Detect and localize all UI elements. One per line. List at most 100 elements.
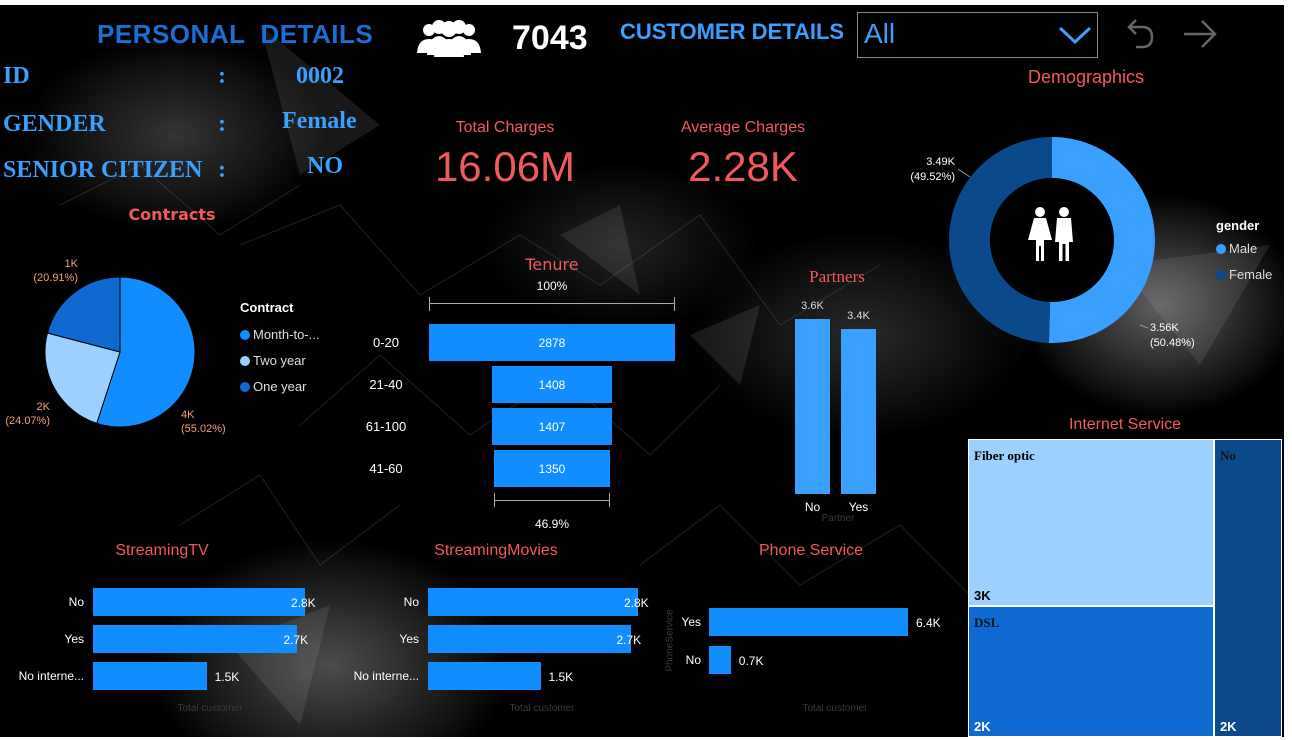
internet-treemap-value-1: 3K (974, 588, 991, 604)
internet-service-chart-title: Internet Service (1068, 416, 1182, 433)
phone-service-x-axis-label: Total customer (802, 703, 868, 714)
internet-treemap-cell-3: No 2K (1213, 439, 1282, 737)
internet-treemap-value-2: 2K (974, 718, 991, 734)
phone-service-bar-value-2: 0.7K (738, 654, 764, 668)
demographics-leader-line-2 (957, 168, 971, 178)
contracts-legend-label-2: Two year (253, 353, 306, 368)
streamingmovies-category-label-3: No interne... (353, 669, 419, 683)
demographics-legend-title: gender (1216, 218, 1260, 233)
tenure-top-bracket-line (429, 303, 675, 304)
undo-arrow-icon[interactable] (1122, 17, 1158, 53)
internet-treemap-label-3: No (1219, 448, 1236, 463)
demographics-data-label-1: 3.56K (1150, 322, 1179, 334)
internet-treemap-cell-1: Fiber optic 3K (968, 439, 1214, 607)
customer-details-title: CUSTOMER DETAILS (620, 19, 845, 44)
phone-service-bar-value-1: 6.4K (916, 616, 941, 630)
personal-details-title: PERSONAL DETAILS (97, 19, 374, 49)
internet-treemap-label-2: DSL (974, 615, 1000, 631)
legend-marker-icon (1216, 244, 1226, 254)
partners-category-label-1: No (804, 500, 821, 514)
forward-arrow-icon[interactable] (1180, 17, 1220, 53)
streamingmovies-bar-value-3: 1.5K (548, 670, 574, 684)
legend-marker-icon (240, 356, 250, 366)
partners-bar-1 (795, 319, 830, 494)
demographics-legend-label-2: Female (1229, 267, 1273, 282)
streamingtv-bar-value-2: 2.7K (283, 633, 309, 647)
streamingtv-chart-title: StreamingTV (115, 542, 209, 559)
streamingmovies-bar-1 (428, 588, 638, 616)
tenure-category-label-1: 0-20 (372, 335, 400, 350)
demographics-leader-line-1 (1139, 324, 1149, 329)
tenure-top-bracket (429, 297, 675, 311)
contracts-chart-title: Contracts (128, 205, 216, 224)
kpi-average-charges-value: 2.28K (688, 143, 798, 190)
id-value: 0002 (296, 63, 344, 89)
senior-citizen-label: SENIOR CITIZEN (3, 157, 203, 183)
gender-label: GENDER (3, 111, 106, 137)
internet-treemap-value-3: 2K (1219, 719, 1237, 734)
chevron-down-icon (1058, 26, 1092, 45)
internet-treemap-label-1: Fiber optic (974, 448, 1035, 463)
streamingmovies-category-label-1: No (403, 595, 419, 609)
tenure-category-label-4: 41-60 (369, 461, 403, 476)
partners-x-axis-label: Partner (821, 513, 855, 524)
kpi-total-charges-title: Total Charges (455, 119, 555, 136)
streamingtv-x-axis-label: Total customer (177, 703, 243, 714)
gender-separator: : (218, 111, 226, 137)
contracts-pie-chart: 4K (55.02%) 2K (24.07%) 1K (20.91%) (5, 258, 226, 435)
id-separator: : (218, 63, 226, 89)
contracts-data-label-1: 4K (181, 409, 195, 421)
filter-selected-value: All (864, 18, 896, 49)
people-group-icon (417, 20, 481, 57)
customer-count: 7043 (512, 19, 588, 57)
tenure-bar-value-4: 1350 (538, 462, 566, 476)
phone-service-bar-1 (709, 608, 908, 636)
tenure-bottom-percent: 46.9% (534, 517, 570, 531)
demographics-chart-title: Demographics (1027, 67, 1145, 87)
tenure-bar-value-2: 1408 (538, 378, 566, 392)
phone-service-chart-title: Phone Service (758, 542, 864, 559)
streamingtv-bar-2 (93, 625, 298, 653)
streamingmovies-bar-2 (428, 625, 631, 653)
male-head-shape (1059, 207, 1069, 217)
demographics-data-label-2: 3.49K (926, 156, 955, 168)
female-head-shape (1035, 207, 1045, 217)
customer-filter-dropdown[interactable]: All (857, 12, 1098, 58)
demographics-donut-chart: 3.56K (50.48%) 3.49K (49.52%) (910, 137, 1195, 349)
legend-marker-icon (240, 330, 250, 340)
streamingmovies-bar-value-2: 2.7K (616, 633, 642, 647)
tenure-chart-title: Tenure (525, 255, 579, 274)
streamingtv-category-label-3: No interne... (18, 669, 84, 683)
partners-category-label-2: Yes (848, 500, 869, 514)
page: PERSONAL DETAILS 7043 CUSTOMER DETAILS A… (0, 0, 1292, 740)
streamingmovies-x-axis-label: Total customer (509, 703, 575, 714)
contracts-data-label-2: 2K (37, 401, 51, 413)
id-label: ID (3, 63, 30, 89)
demographics-legend-label-1: Male (1229, 241, 1258, 256)
phone-service-bar-2 (709, 646, 731, 674)
demographics-data-pct-2: (49.52%) (910, 171, 955, 183)
contracts-legend-title: Contract (240, 300, 294, 315)
dashboard-canvas: PERSONAL DETAILS 7043 CUSTOMER DETAILS A… (0, 5, 1284, 737)
contracts-data-pct-3: (20.91%) (33, 272, 78, 284)
contracts-legend-label-3: One year (253, 379, 307, 394)
streamingmovies-bar-value-1: 2.8K (624, 596, 649, 610)
phone-service-y-axis-label: PhoneService (664, 609, 676, 672)
streamingtv-category-label-1: No (68, 595, 84, 609)
tenure-category-label-3: 61-100 (365, 419, 407, 434)
streamingtv-bar-3 (93, 662, 207, 690)
streamingtv-category-label-2: Yes (64, 632, 84, 646)
phone-service-category-label-1: Yes (681, 615, 701, 629)
streamingtv-bar-1 (93, 588, 305, 616)
contracts-legend-label-1: Month-to-... (253, 327, 320, 342)
streamingmovies-chart-title: StreamingMovies (434, 542, 558, 559)
senior-citizen-value: NO (307, 153, 343, 179)
tenure-bottom-bracket-line (494, 500, 610, 501)
gender-value: Female (282, 108, 357, 134)
kpi-average-charges-title: Average Charges (680, 119, 806, 136)
contracts-data-pct-2: (24.07%) (5, 415, 50, 427)
contracts-data-pct-1: (55.02%) (181, 423, 226, 435)
demographics-data-pct-1: (50.48%) (1150, 337, 1195, 349)
legend-marker-icon (1216, 270, 1226, 280)
streamingtv-bar-value-3: 1.5K (214, 670, 240, 684)
